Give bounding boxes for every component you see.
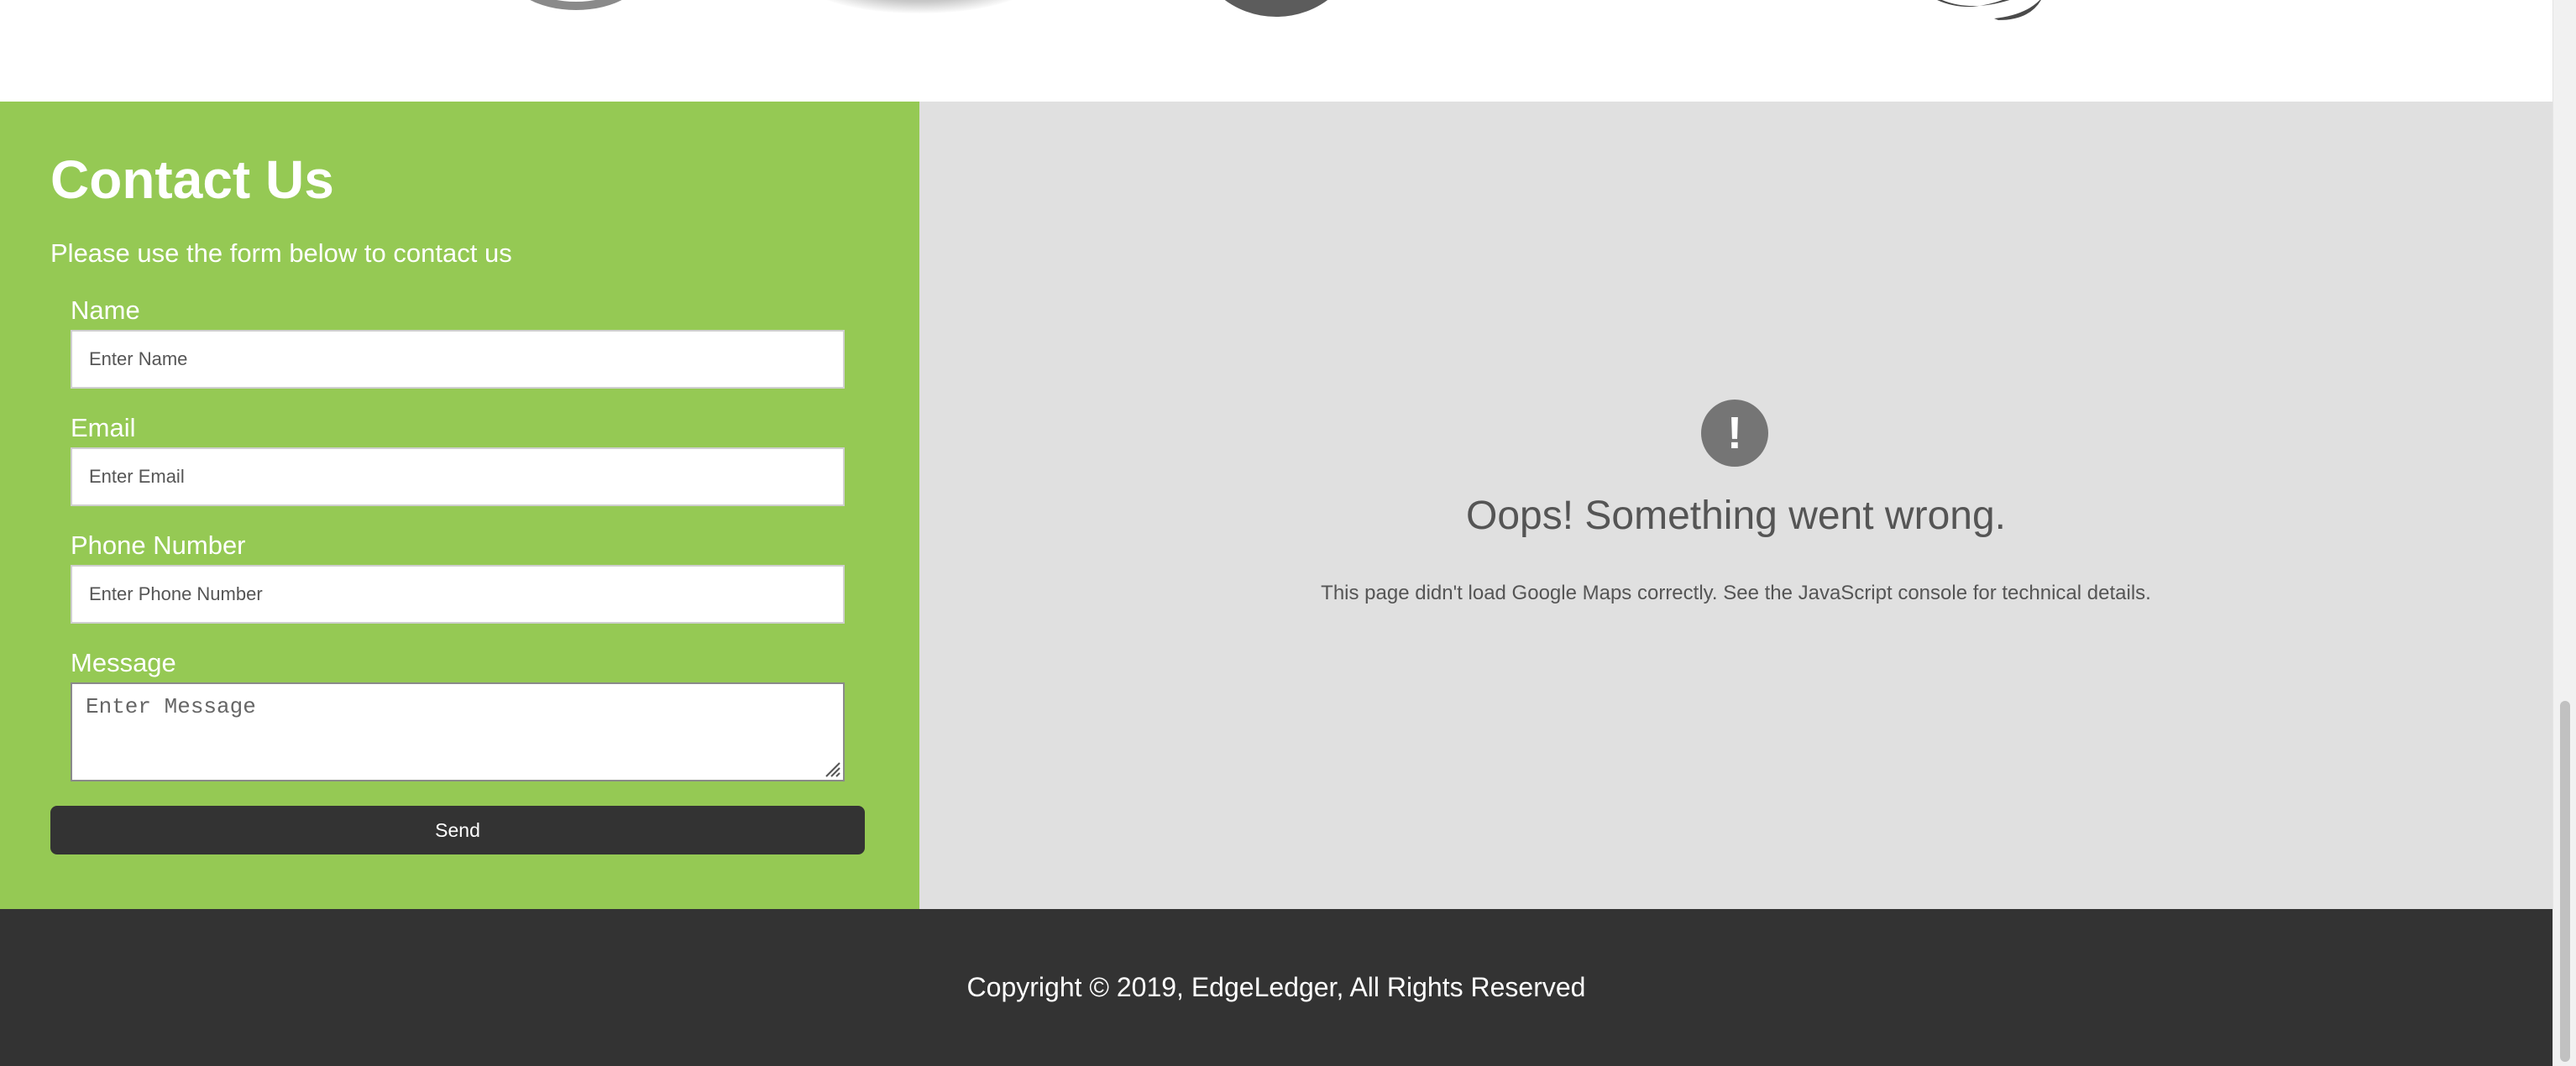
partner-logos-strip bbox=[0, 0, 2552, 102]
map-panel: ! Oops! Something went wrong. This page … bbox=[919, 102, 2552, 909]
circle-logo-icon bbox=[505, 0, 647, 10]
footer: Copyright © 2019, EdgeLedger, All Rights… bbox=[0, 909, 2552, 1066]
disc-logo-icon bbox=[806, 0, 1033, 13]
swoosh-logo-icon bbox=[1937, 0, 2041, 20]
error-icon: ! bbox=[1701, 400, 1768, 467]
contact-title: Contact Us bbox=[50, 149, 334, 210]
email-input[interactable] bbox=[71, 447, 845, 506]
map-error-detail: This page didn't load Google Maps correc… bbox=[1321, 582, 2151, 604]
vertical-scrollbar[interactable] bbox=[2552, 0, 2576, 1066]
phone-label: Phone Number bbox=[71, 530, 246, 560]
contact-section: Contact Us Please use the form below to … bbox=[0, 102, 919, 909]
message-label: Message bbox=[71, 648, 176, 677]
scrollbar-thumb[interactable] bbox=[2560, 701, 2570, 1062]
resize-handle-icon[interactable] bbox=[823, 760, 841, 778]
email-label: Email bbox=[71, 413, 136, 442]
map-error-title: Oops! Something went wrong. bbox=[1465, 494, 2006, 538]
page: Contact Us Please use the form below to … bbox=[0, 0, 2576, 1066]
phone-input[interactable] bbox=[71, 565, 845, 624]
message-textarea[interactable] bbox=[71, 682, 845, 781]
sphere-logo-icon bbox=[1196, 0, 1356, 17]
contact-subtitle: Please use the form below to contact us bbox=[50, 238, 512, 268]
name-input[interactable] bbox=[71, 330, 845, 389]
send-button[interactable]: Send bbox=[50, 806, 865, 854]
copyright-text: Copyright © 2019, EdgeLedger, All Rights… bbox=[966, 972, 1586, 1002]
name-label: Name bbox=[71, 295, 140, 325]
